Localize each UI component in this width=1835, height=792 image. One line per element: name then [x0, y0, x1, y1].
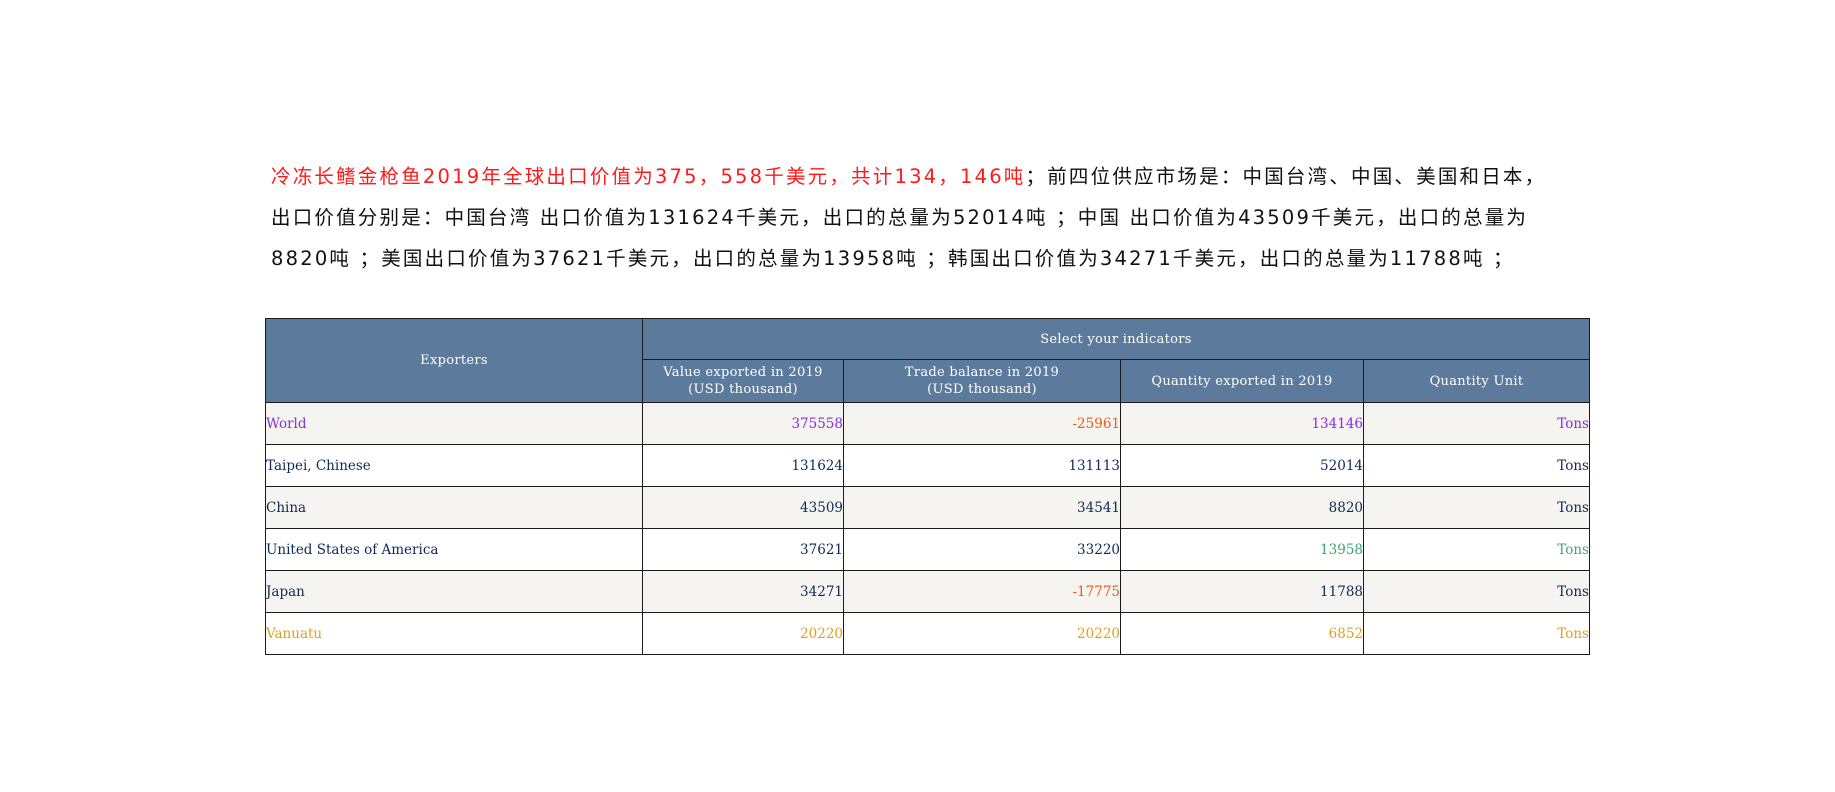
header-select-indicators[interactable]: Select your indicators	[642, 318, 1590, 360]
header-exporters: Exporters	[265, 318, 643, 403]
cell-value: 34271	[642, 570, 844, 613]
cell-trade-balance: 20220	[843, 612, 1121, 655]
cell-value: 20220	[642, 612, 844, 655]
cell-trade-balance: 33220	[843, 528, 1121, 571]
header-value-exported[interactable]: Value exported in 2019 (USD thousand)	[642, 359, 844, 403]
cell-quantity: 134146	[1120, 402, 1364, 445]
summary-highlight: 冷冻长鳍金枪鱼2019年全球出口价值为375，558千美元，共计134，146吨	[271, 165, 1026, 188]
header-value-line1: Value exported in 2019	[663, 365, 823, 380]
cell-value: 131624	[642, 444, 844, 487]
cell-unit: Tons	[1363, 570, 1590, 613]
table-row: Taipei, Chinese 131624 131113 52014 Tons	[265, 444, 1590, 487]
cell-trade-balance: 34541	[843, 486, 1121, 529]
cell-quantity: 13958	[1120, 528, 1364, 571]
header-quantity-exported[interactable]: Quantity exported in 2019	[1120, 359, 1364, 403]
cell-unit: Tons	[1363, 528, 1590, 571]
header-quantity-unit[interactable]: Quantity Unit	[1363, 359, 1590, 403]
exporters-table: Exporters Select your indicators Value e…	[265, 318, 1590, 655]
cell-exporter[interactable]: Japan	[265, 570, 643, 613]
table-row: China 43509 34541 8820 Tons	[265, 486, 1590, 529]
table-row: Vanuatu 20220 20220 6852 Tons	[265, 612, 1590, 655]
cell-exporter[interactable]: United States of America	[265, 528, 643, 571]
table-row: United States of America 37621 33220 139…	[265, 528, 1590, 571]
cell-value: 375558	[642, 402, 844, 445]
cell-exporter[interactable]: Vanuatu	[265, 612, 643, 655]
table-row: World 375558 -25961 134146 Tons	[265, 402, 1590, 445]
cell-unit: Tons	[1363, 612, 1590, 655]
header-trade-balance[interactable]: Trade balance in 2019 (USD thousand)	[843, 359, 1121, 403]
cell-exporter[interactable]: Taipei, Chinese	[265, 444, 643, 487]
cell-trade-balance: 131113	[843, 444, 1121, 487]
cell-quantity: 6852	[1120, 612, 1364, 655]
cell-exporter[interactable]: China	[265, 486, 643, 529]
cell-exporter[interactable]: World	[265, 402, 643, 445]
summary-paragraph: 冷冻长鳍金枪鱼2019年全球出口价值为375，558千美元，共计134，146吨…	[271, 156, 1561, 279]
header-trade-line2: (USD thousand)	[927, 382, 1037, 397]
table-row: Japan 34271 -17775 11788 Tons	[265, 570, 1590, 613]
cell-unit: Tons	[1363, 486, 1590, 529]
cell-quantity: 11788	[1120, 570, 1364, 613]
header-value-line2: (USD thousand)	[688, 382, 798, 397]
cell-unit: Tons	[1363, 402, 1590, 445]
cell-value: 43509	[642, 486, 844, 529]
cell-quantity: 8820	[1120, 486, 1364, 529]
cell-quantity: 52014	[1120, 444, 1364, 487]
cell-trade-balance: -25961	[843, 402, 1121, 445]
header-trade-line1: Trade balance in 2019	[904, 365, 1060, 380]
table-body: World 375558 -25961 134146 Tons Taipei, …	[265, 402, 1590, 655]
cell-unit: Tons	[1363, 444, 1590, 487]
cell-trade-balance: -17775	[843, 570, 1121, 613]
cell-value: 37621	[642, 528, 844, 571]
